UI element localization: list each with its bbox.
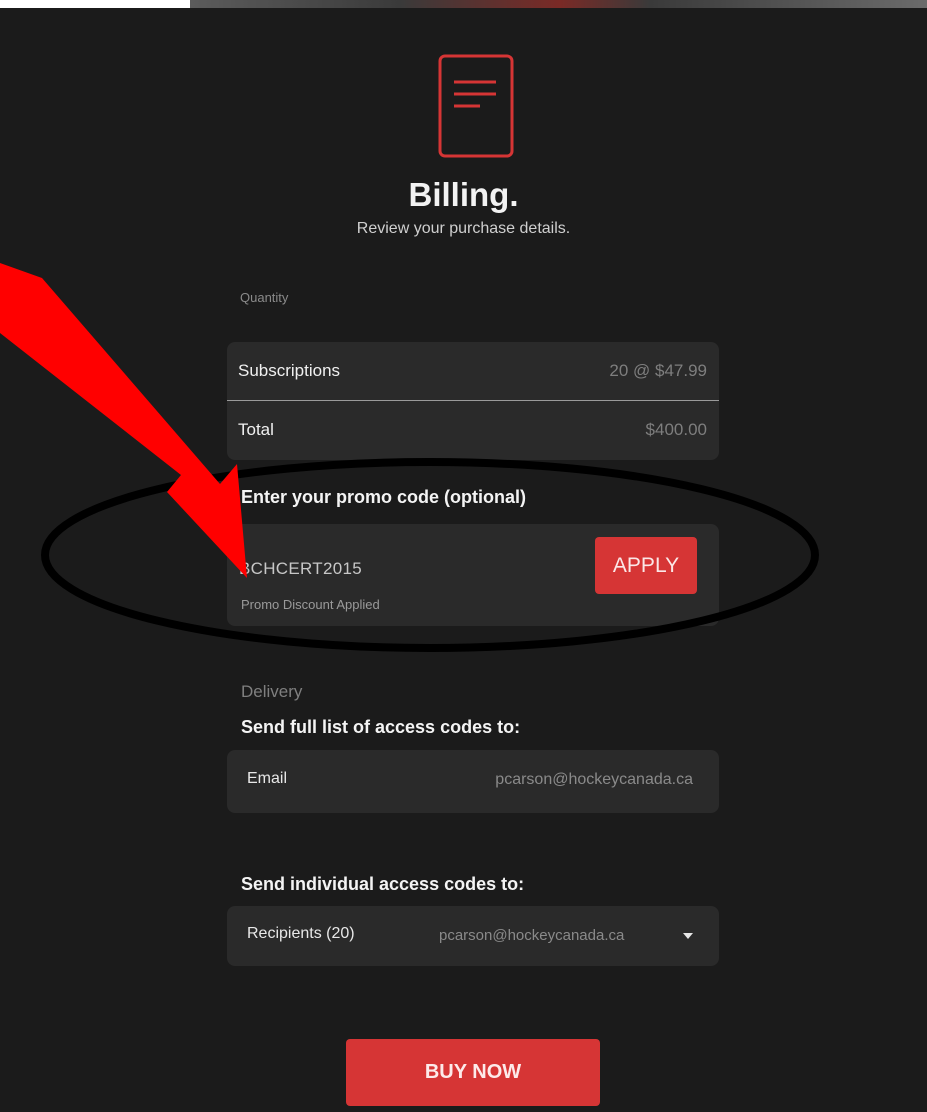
background-window-strip [0, 0, 927, 8]
email-value[interactable]: pcarson@hockeycanada.ca [495, 771, 693, 789]
promo-status-text: Promo Discount Applied [241, 597, 380, 612]
total-row: Total $400.00 [227, 401, 719, 459]
individual-codes-heading: Send individual access codes to: [241, 874, 525, 894]
promo-heading: Enter your promo code (optional) [241, 487, 527, 507]
email-label: Email [247, 770, 288, 787]
email-field[interactable]: Email pcarson@hockeycanada.ca [227, 750, 719, 813]
recipients-select[interactable]: Recipients (20) pcarson@hockeycanada.ca [227, 906, 719, 966]
order-summary-card: Subscriptions 20 @ $47.99 Total $400.00 [227, 342, 719, 460]
delivery-label: Delivery [241, 682, 303, 701]
document-icon [438, 54, 514, 158]
full-list-heading: Send full list of access codes to: [241, 717, 521, 737]
total-label: Total [238, 420, 274, 439]
total-value: $400.00 [645, 420, 707, 439]
page-title: Billing. [408, 176, 519, 213]
apply-button[interactable]: APPLY [595, 537, 697, 594]
recipients-label: Recipients (20) [247, 925, 355, 942]
caret-down-icon[interactable] [683, 933, 693, 939]
subscriptions-label: Subscriptions [238, 361, 341, 380]
recipients-value[interactable]: pcarson@hockeycanada.ca [439, 927, 624, 944]
page-subtitle: Review your purchase details. [356, 220, 571, 237]
promo-code-input[interactable]: BCHCERT2015 [239, 559, 362, 579]
promo-code-card: BCHCERT2015 Promo Discount Applied APPLY [227, 524, 719, 626]
buy-now-button[interactable]: BUY NOW [346, 1039, 600, 1106]
quantity-label: Quantity [240, 290, 289, 305]
subscriptions-value: 20 @ $47.99 [609, 361, 707, 380]
subscriptions-row: Subscriptions 20 @ $47.99 [227, 342, 719, 401]
